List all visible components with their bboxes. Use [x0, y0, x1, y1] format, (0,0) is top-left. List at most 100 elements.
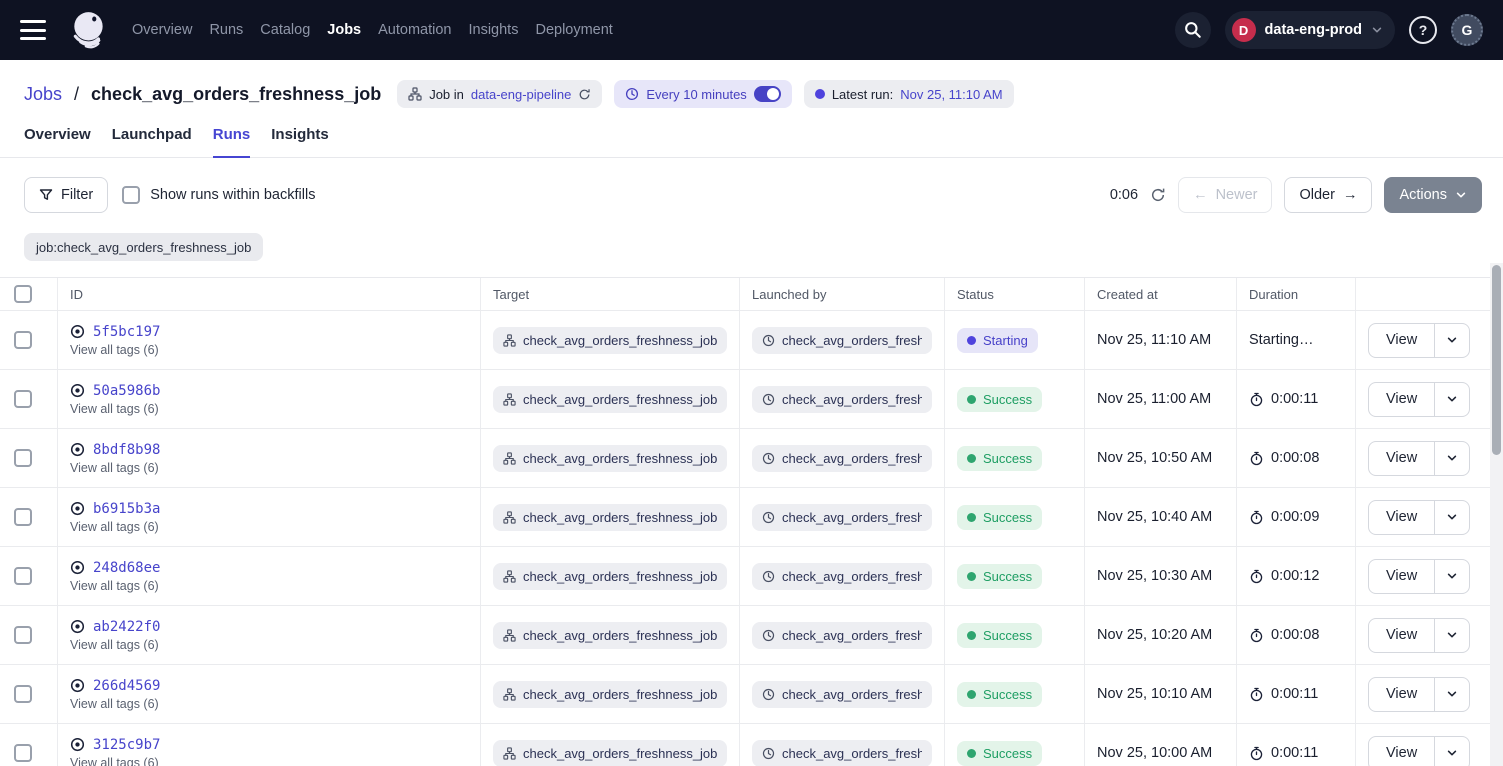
run-id-link[interactable]: b6915b3a [93, 501, 160, 517]
stopwatch-icon [1249, 569, 1264, 584]
view-dropdown-button[interactable] [1435, 383, 1469, 416]
pipeline-link[interactable]: data-eng-pipeline [471, 87, 571, 102]
breadcrumb-jobs-link[interactable]: Jobs [24, 84, 62, 105]
search-button[interactable] [1175, 12, 1211, 48]
view-dropdown-button[interactable] [1435, 560, 1469, 593]
nav-item-insights[interactable]: Insights [468, 22, 518, 38]
view-all-tags-link[interactable]: View all tags (6) [70, 461, 159, 475]
view-button[interactable]: View [1369, 501, 1434, 534]
run-target-icon [70, 324, 85, 339]
actions-button[interactable]: Actions [1384, 177, 1482, 213]
nav-item-jobs[interactable]: Jobs [327, 22, 361, 38]
view-button[interactable]: View [1369, 442, 1434, 475]
view-all-tags-link[interactable]: View all tags (6) [70, 638, 159, 652]
view-dropdown-button[interactable] [1435, 442, 1469, 475]
view-all-tags-link[interactable]: View all tags (6) [70, 520, 159, 534]
nav-item-catalog[interactable]: Catalog [260, 22, 310, 38]
view-button[interactable]: View [1369, 619, 1434, 652]
view-button[interactable]: View [1369, 324, 1434, 357]
launched-by-pill[interactable]: check_avg_orders_freshn… [752, 622, 932, 649]
nav-item-deployment[interactable]: Deployment [535, 22, 612, 38]
view-all-tags-link[interactable]: View all tags (6) [70, 579, 159, 593]
tab-overview[interactable]: Overview [24, 126, 91, 158]
view-all-tags-link[interactable]: View all tags (6) [70, 756, 159, 766]
target-pill[interactable]: check_avg_orders_freshness_job [493, 386, 727, 413]
view-button[interactable]: View [1369, 560, 1434, 593]
newer-button[interactable]: ← Newer [1178, 177, 1272, 213]
row-checkbox[interactable] [14, 626, 32, 644]
target-pill[interactable]: check_avg_orders_freshness_job [493, 445, 727, 472]
tab-launchpad[interactable]: Launchpad [112, 126, 192, 158]
job-hierarchy-icon [503, 747, 516, 760]
help-button[interactable]: ? [1409, 16, 1437, 44]
nav-item-automation[interactable]: Automation [378, 22, 451, 38]
launched-by-pill[interactable]: check_avg_orders_freshn… [752, 563, 932, 590]
view-button[interactable]: View [1369, 678, 1434, 711]
run-id-link[interactable]: ab2422f0 [93, 619, 160, 635]
duration-value: 0:00:11 [1271, 745, 1318, 761]
job-tabs: Overview Launchpad Runs Insights [0, 108, 1503, 158]
run-id-link[interactable]: 50a5986b [93, 383, 160, 399]
launched-by-pill[interactable]: check_avg_orders_freshn… [752, 445, 932, 472]
row-checkbox[interactable] [14, 508, 32, 526]
view-dropdown-button[interactable] [1435, 324, 1469, 357]
reload-repo-icon[interactable] [578, 88, 591, 101]
row-checkbox[interactable] [14, 449, 32, 467]
target-pill[interactable]: check_avg_orders_freshness_job [493, 622, 727, 649]
tab-runs[interactable]: Runs [213, 126, 251, 158]
nav-item-overview[interactable]: Overview [132, 22, 192, 38]
latest-run-link[interactable]: Nov 25, 11:10 AM [900, 87, 1002, 102]
view-all-tags-link[interactable]: View all tags (6) [70, 343, 159, 357]
target-pill[interactable]: check_avg_orders_freshness_job [493, 563, 727, 590]
tab-insights[interactable]: Insights [271, 126, 329, 158]
view-dropdown-button[interactable] [1435, 678, 1469, 711]
view-all-tags-link[interactable]: View all tags (6) [70, 697, 159, 711]
view-dropdown-button[interactable] [1435, 501, 1469, 534]
target-pill[interactable]: check_avg_orders_freshness_job [493, 327, 727, 354]
vertical-scrollbar[interactable] [1490, 263, 1503, 766]
target-pill[interactable]: check_avg_orders_freshness_job [493, 504, 727, 531]
refresh-icon[interactable] [1150, 187, 1166, 203]
user-avatar[interactable]: G [1451, 14, 1483, 46]
row-checkbox[interactable] [14, 685, 32, 703]
view-dropdown-button[interactable] [1435, 619, 1469, 652]
view-button[interactable]: View [1369, 737, 1434, 766]
view-all-tags-link[interactable]: View all tags (6) [70, 402, 159, 416]
status-badge: Success [957, 387, 1042, 412]
launched-by-pill[interactable]: check_avg_orders_freshn… [752, 386, 932, 413]
launched-by-label: check_avg_orders_freshn… [782, 746, 922, 761]
target-pill[interactable]: check_avg_orders_freshness_job [493, 681, 727, 708]
schedule-badge[interactable]: Every 10 minutes [614, 80, 791, 108]
scrollbar-thumb[interactable] [1492, 265, 1501, 455]
dagster-logo[interactable] [68, 9, 110, 51]
latest-run-status-dot [815, 89, 825, 99]
launched-by-pill[interactable]: check_avg_orders_freshn… [752, 504, 932, 531]
launched-by-pill[interactable]: check_avg_orders_freshn… [752, 681, 932, 708]
nav-item-runs[interactable]: Runs [209, 22, 243, 38]
older-button[interactable]: Older → [1284, 177, 1372, 213]
view-dropdown-button[interactable] [1435, 737, 1469, 766]
job-filter-tag[interactable]: job:check_avg_orders_freshness_job [24, 233, 263, 261]
menu-hamburger-button[interactable] [20, 20, 48, 40]
row-checkbox[interactable] [14, 331, 32, 349]
run-id-link[interactable]: 8bdf8b98 [93, 442, 160, 458]
launched-by-pill[interactable]: check_avg_orders_freshn… [752, 740, 932, 766]
active-filters: job:check_avg_orders_freshness_job [0, 227, 1503, 277]
run-id-link[interactable]: 266d4569 [93, 678, 160, 694]
stopwatch-icon [1249, 392, 1264, 407]
select-all-checkbox[interactable] [14, 285, 32, 303]
row-checkbox[interactable] [14, 744, 32, 762]
schedule-toggle[interactable] [754, 86, 781, 102]
run-id-link[interactable]: 248d68ee [93, 560, 160, 576]
run-id-link[interactable]: 3125c9b7 [93, 737, 160, 753]
launched-by-pill[interactable]: check_avg_orders_freshn… [752, 327, 932, 354]
target-label: check_avg_orders_freshness_job [523, 569, 717, 584]
target-pill[interactable]: check_avg_orders_freshness_job [493, 740, 727, 766]
row-checkbox[interactable] [14, 567, 32, 585]
filter-button[interactable]: Filter [24, 177, 108, 213]
backfills-checkbox[interactable] [122, 186, 140, 204]
row-checkbox[interactable] [14, 390, 32, 408]
workspace-switcher[interactable]: D data-eng-prod [1225, 11, 1395, 49]
view-button[interactable]: View [1369, 383, 1434, 416]
run-id-link[interactable]: 5f5bc197 [93, 324, 160, 340]
